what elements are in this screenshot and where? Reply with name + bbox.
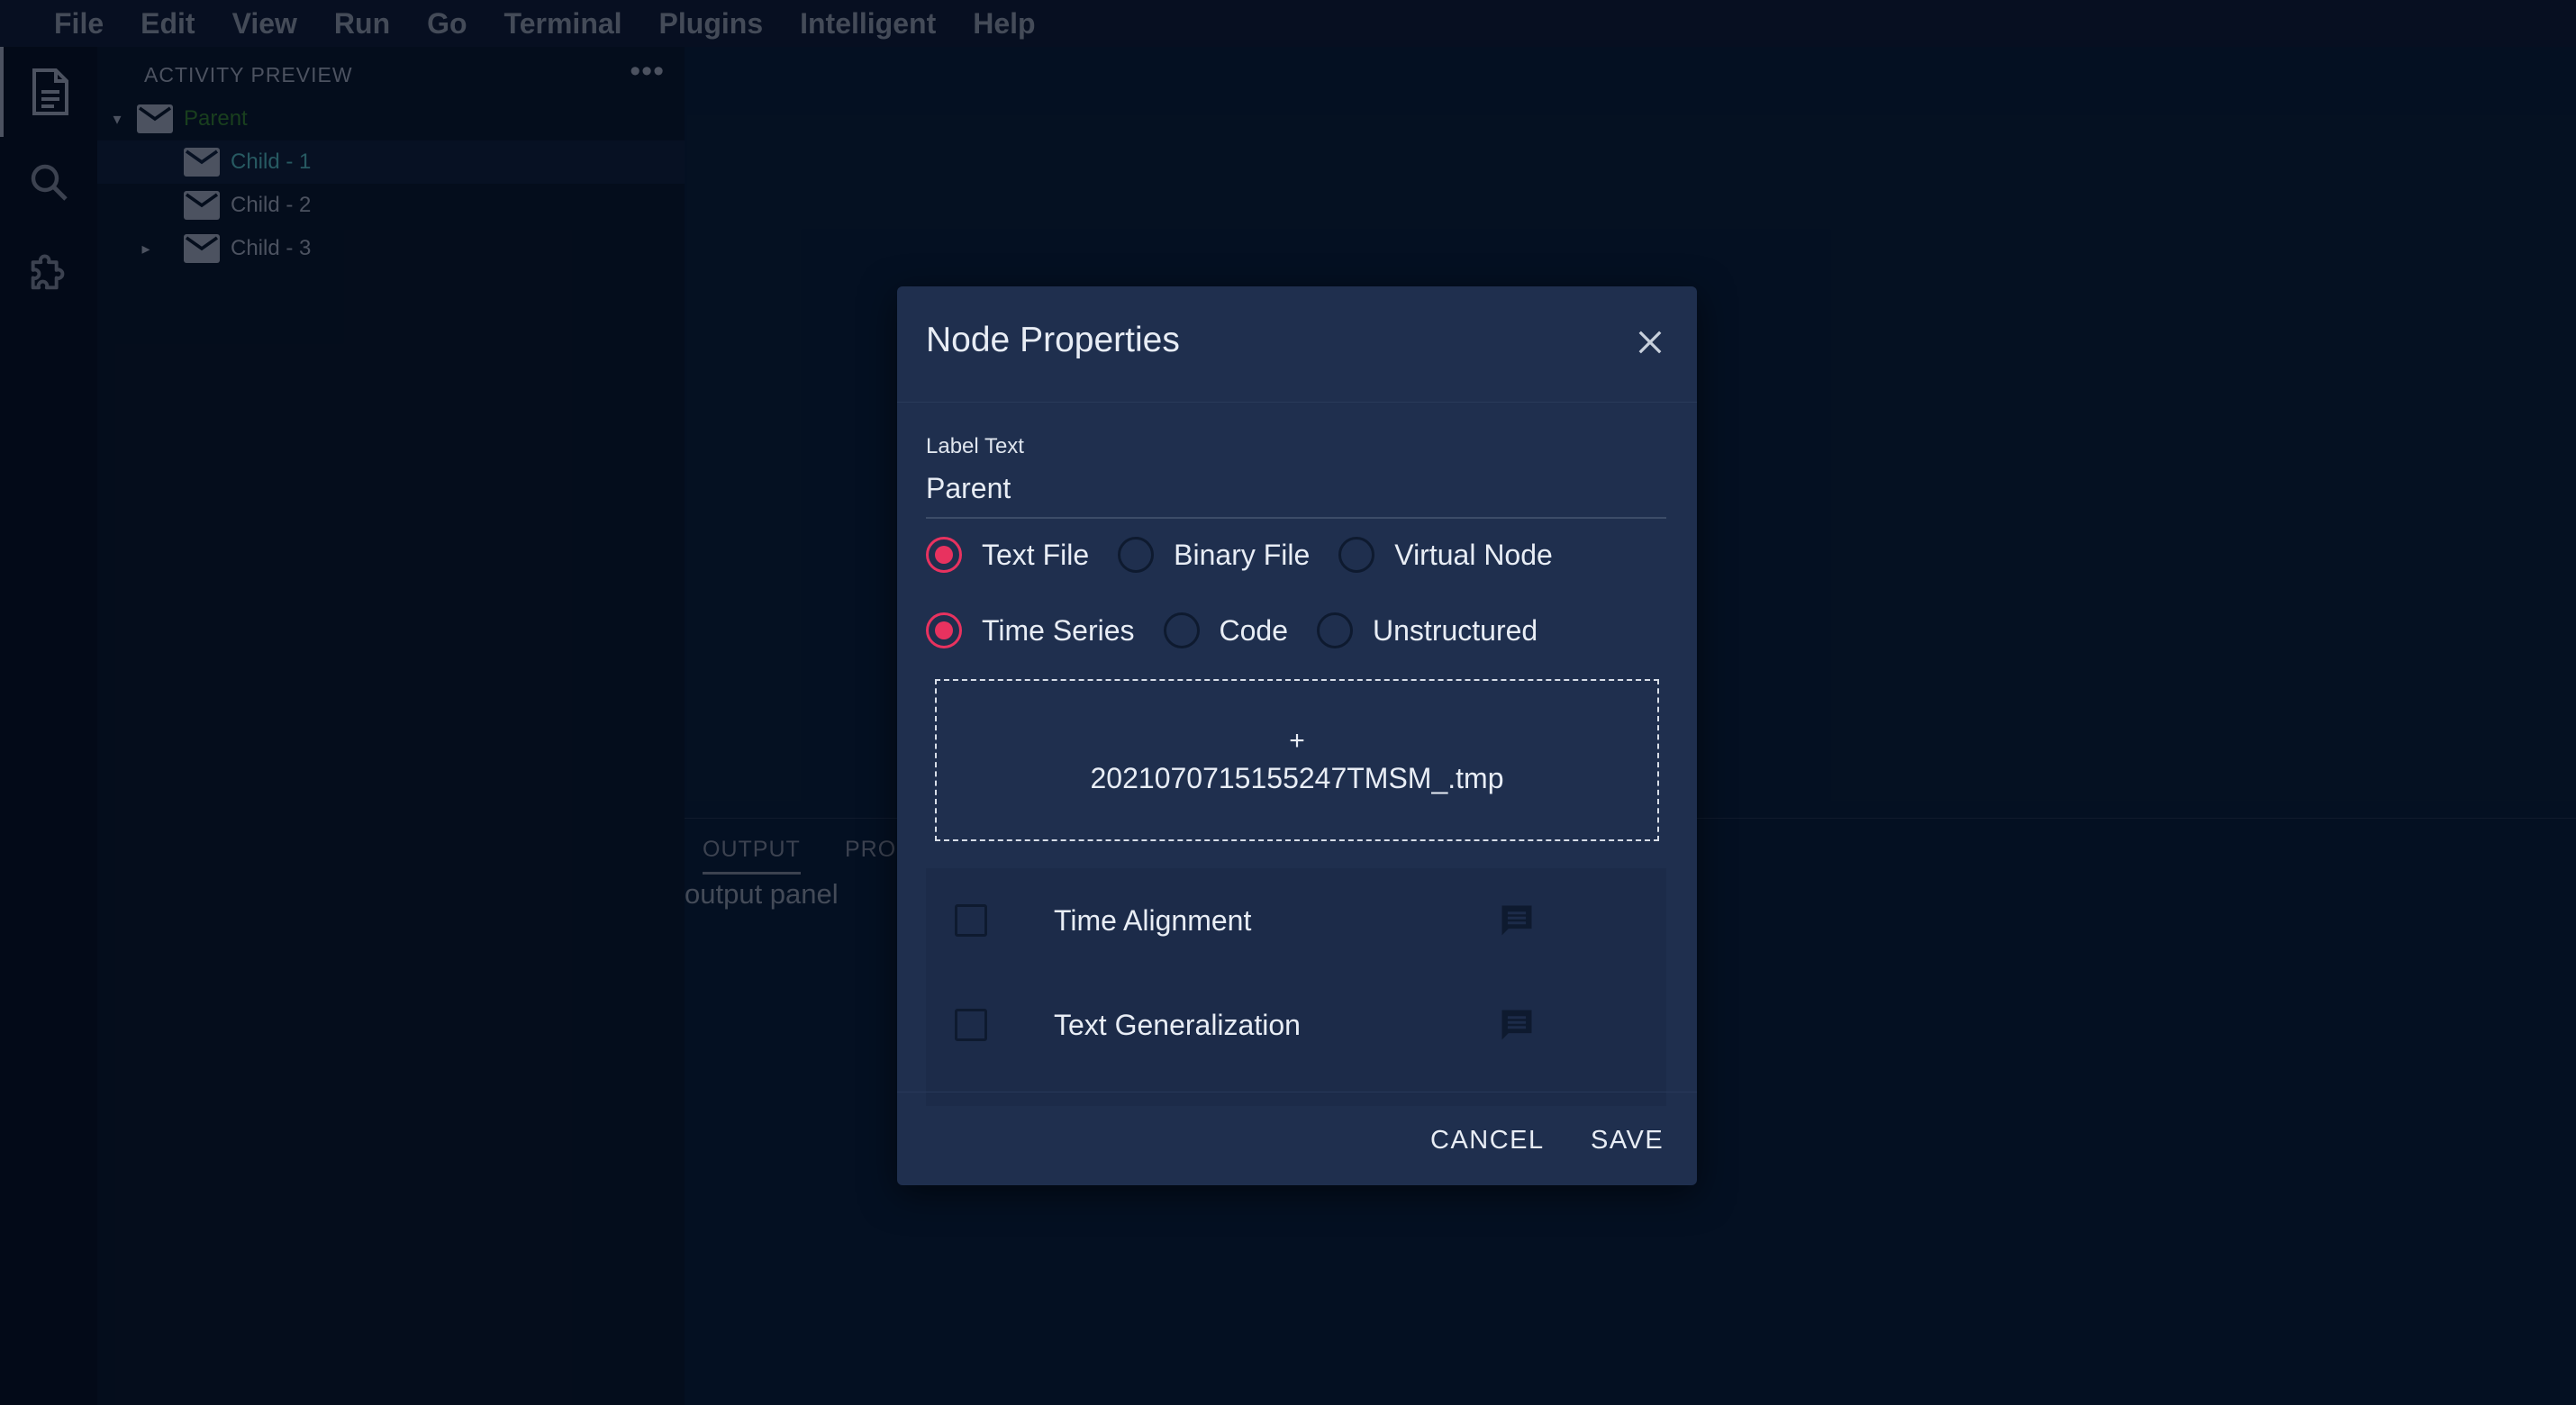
options-list: Time Alignment Text Generalization [926,868,1666,1106]
label-text-input[interactable]: Parent [926,467,1666,519]
radio-binary-file[interactable]: Binary File [1118,537,1310,573]
cancel-button[interactable]: CANCEL [1423,1122,1552,1159]
comment-icon[interactable] [1497,901,1537,940]
option-label: Text Generalization [1054,1008,1301,1041]
radio-unselected-icon [1317,612,1354,648]
node-type-radio-group: Text File Binary File Virtual Node [926,537,1582,573]
label-text-label: Label Text [926,434,1024,458]
radio-label: Code [1219,613,1289,647]
radio-unselected-icon [1163,612,1200,648]
list-item: Time Alignment [926,868,1666,973]
comment-icon[interactable] [1497,1005,1537,1045]
option-label: Time Alignment [1054,903,1252,937]
radio-time-series[interactable]: Time Series [926,612,1135,648]
radio-virtual-node[interactable]: Virtual Node [1338,537,1553,573]
dialog-title: Node Properties [926,321,1180,359]
title-divider [897,402,1697,403]
file-dropzone[interactable]: + 2021070715155247TMSM_.tmp [935,679,1659,841]
radio-label: Unstructured [1373,613,1538,647]
plus-icon: + [1289,725,1305,756]
time-alignment-checkbox[interactable] [955,904,987,937]
radio-label: Text File [982,538,1090,571]
radio-label: Virtual Node [1394,538,1553,571]
radio-selected-icon [926,537,962,573]
save-button[interactable]: SAVE [1583,1122,1671,1159]
radio-label: Time Series [982,613,1135,647]
radio-label: Binary File [1174,538,1311,571]
dropzone-filename: 2021070715155247TMSM_.tmp [1090,761,1504,794]
text-generalization-checkbox[interactable] [955,1009,987,1041]
radio-text-file[interactable]: Text File [926,537,1089,573]
radio-code[interactable]: Code [1163,612,1289,648]
radio-unselected-icon [1338,537,1375,573]
node-properties-dialog: Node Properties Label Text Parent Text F… [897,286,1697,1185]
radio-unselected-icon [1118,537,1155,573]
format-radio-group: Time Series Code Unstructured [926,612,1566,648]
radio-unstructured[interactable]: Unstructured [1317,612,1537,648]
radio-selected-icon [926,612,962,648]
list-item: Text Generalization [926,973,1666,1077]
close-button[interactable] [1632,324,1668,360]
close-icon [1638,331,1662,354]
